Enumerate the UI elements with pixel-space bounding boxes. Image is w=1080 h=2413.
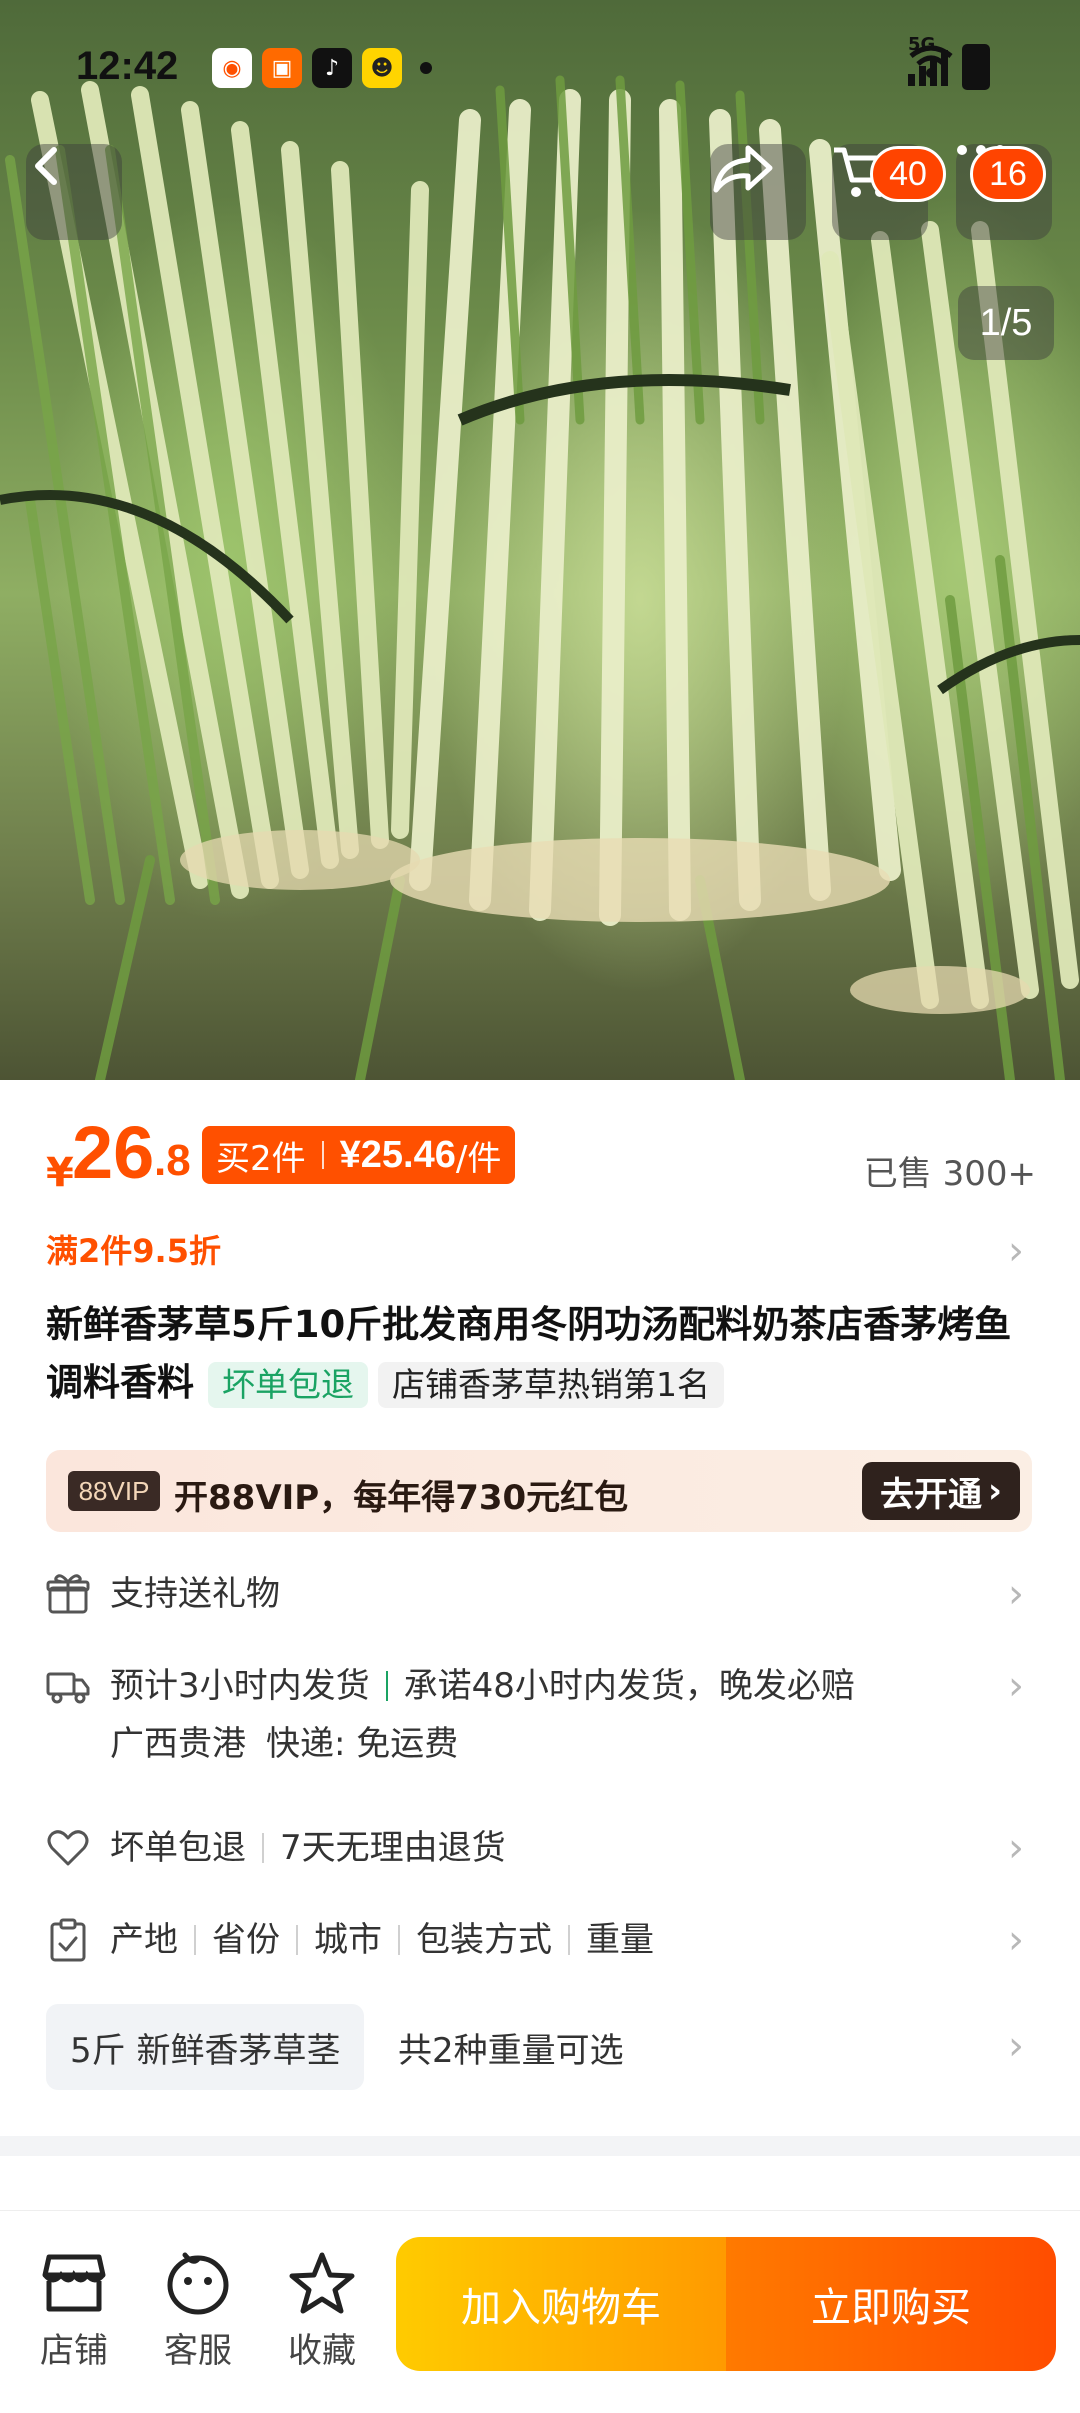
promo-price: ¥25.46 xyxy=(339,1133,456,1176)
guarantee-text: 坏单包退 7天无理由退货 xyxy=(110,1826,506,1870)
spec-row-chevron[interactable]: › xyxy=(46,2023,1036,2069)
chevron-left-icon xyxy=(35,147,57,185)
gift-row[interactable]: 支持送礼物 › xyxy=(46,1571,1036,1617)
shipping-express: 快递: 免运费 xyxy=(266,1724,459,1764)
system-icons: 5G xyxy=(908,34,990,90)
customer-service-button[interactable]: 客服 xyxy=(148,2251,248,2372)
guarantee-row[interactable]: 坏单包退 7天无理由退货 › xyxy=(46,1825,1036,1871)
price-decimal: .8 xyxy=(154,1136,191,1185)
more-notifications-dot-icon xyxy=(420,62,432,74)
vip-banner[interactable]: 88VIP 开88VIP，每年得730元红包 去开通 › xyxy=(46,1450,1032,1532)
param-separator xyxy=(194,1925,196,1955)
status-time: 12:42 xyxy=(76,44,179,88)
vip-open-label: 去开通 xyxy=(879,1474,982,1515)
shop-notification-icon: ▣ xyxy=(262,48,302,88)
guarantee-bad-item: 坏单包退 xyxy=(110,1828,246,1868)
clipboard-icon xyxy=(50,1918,86,1962)
add-to-cart-button[interactable]: 加入购物车 xyxy=(396,2237,726,2371)
share-icon xyxy=(713,145,773,193)
chevron-right-icon: › xyxy=(1008,1228,1024,1274)
taobao-notification-icon: ◉ xyxy=(212,48,252,88)
bad-item-refund-tag: 坏单包退 xyxy=(208,1361,368,1408)
chevron-right-icon: › xyxy=(1008,1917,1024,1963)
chevron-right-icon: › xyxy=(987,1471,1002,1511)
product-image[interactable]: 12:42 ◉ ▣ ♪ ☻ 5G 40 16 1/5 xyxy=(0,0,1080,1080)
heart-icon xyxy=(47,1830,89,1866)
game-notification-icon: ☻ xyxy=(362,48,402,88)
multi-buy-promo-tag: 买2件 ¥25.46 /件 xyxy=(202,1126,516,1184)
network-type: 5G xyxy=(908,34,936,55)
price-currency: ¥ xyxy=(46,1150,74,1196)
bottom-action-bar: 店铺 客服 收藏 加入购物车 立即购买 xyxy=(0,2210,1080,2413)
vip-logo: 88VIP xyxy=(68,1471,160,1511)
params-row[interactable]: 产地 省份 城市 包装方式 重量 › xyxy=(46,1917,1036,1963)
param-separator xyxy=(398,1925,400,1955)
chevron-right-icon: › xyxy=(1008,1825,1024,1871)
discount-text: 满2件9.5折 xyxy=(46,1232,221,1270)
gift-text: 支持送礼物 xyxy=(110,1574,280,1614)
image-page-indicator: 1/5 xyxy=(958,286,1054,360)
promo-label: 买2件 xyxy=(216,1138,306,1179)
price-integer: 26 xyxy=(72,1111,155,1194)
customer-service-label: 客服 xyxy=(164,2331,232,2371)
battery-icon xyxy=(962,44,990,90)
gift-icon xyxy=(46,1574,90,1614)
promo-separator xyxy=(321,1141,324,1169)
shop-nav-button[interactable]: 店铺 xyxy=(24,2251,124,2372)
delivery-truck-icon xyxy=(46,1672,90,1704)
star-icon xyxy=(289,2252,355,2314)
shop-ranking-tag[interactable]: 店铺香茅草热销第1名 xyxy=(378,1361,724,1408)
param-origin: 产地 xyxy=(110,1920,178,1960)
promo-unit: /件 xyxy=(455,1138,502,1179)
shipping-separator xyxy=(385,1671,388,1701)
buy-now-button[interactable]: 立即购买 xyxy=(726,2237,1056,2371)
product-title-block: 新鲜香茅草5斤10斤批发商用冬阴功汤配料奶茶店香茅烤鱼调料香料 坏单包退 店铺香茅草… xyxy=(46,1296,1036,1412)
shipping-row[interactable]: 预计3小时内发货 承诺48小时内发货，晚发必赔 广西贵港 快递: 免运费 › xyxy=(46,1663,1036,1766)
shop-icon xyxy=(42,2254,106,2312)
message-count-badge: 16 xyxy=(970,146,1046,202)
shipping-estimate: 预计3小时内发货 xyxy=(110,1666,370,1706)
cart-count-badge: 40 xyxy=(870,146,946,202)
cellular-signal-icon: 5G xyxy=(908,34,948,86)
vip-text: 开88VIP，每年得730元红包 xyxy=(174,1478,629,1518)
customer-service-icon xyxy=(167,2252,229,2315)
param-packaging: 包装方式 xyxy=(416,1920,552,1960)
param-province: 省份 xyxy=(212,1920,280,1960)
param-city: 城市 xyxy=(314,1920,382,1960)
back-button[interactable] xyxy=(26,144,122,240)
guarantee-separator xyxy=(262,1833,264,1863)
chevron-right-icon: › xyxy=(1008,2023,1024,2069)
shipping-promise-text: 预计3小时内发货 承诺48小时内发货，晚发必赔 xyxy=(110,1664,855,1708)
guarantee-return: 7天无理由退货 xyxy=(280,1828,506,1868)
status-bar: 12:42 ◉ ▣ ♪ ☻ 5G xyxy=(0,0,1080,130)
shipping-origin: 广西贵港 xyxy=(110,1724,246,1764)
price-row: ¥ 26 .8 买2件 ¥25.46 /件 已售 300+ xyxy=(46,1110,1036,1200)
vip-open-button[interactable]: 去开通 › xyxy=(861,1462,1020,1520)
param-separator xyxy=(568,1925,570,1955)
sold-count: 已售 300+ xyxy=(863,1154,1036,1194)
status-app-icons: ◉ ▣ ♪ ☻ xyxy=(212,48,432,88)
discount-row[interactable]: 满2件9.5折 › xyxy=(46,1226,1036,1276)
param-weight: 重量 xyxy=(586,1920,654,1960)
param-separator xyxy=(296,1925,298,1955)
tiktok-notification-icon: ♪ xyxy=(312,48,352,88)
shipping-origin-line: 广西贵港 快递: 免运费 xyxy=(110,1722,458,1766)
chevron-right-icon: › xyxy=(1008,1663,1024,1709)
favorite-label: 收藏 xyxy=(288,2331,356,2371)
section-divider xyxy=(0,2136,1080,2156)
shop-label: 店铺 xyxy=(40,2331,108,2371)
params-list: 产地 省份 城市 包装方式 重量 xyxy=(110,1918,654,1962)
chevron-right-icon: › xyxy=(1008,1571,1024,1617)
favorite-button[interactable]: 收藏 xyxy=(272,2251,372,2372)
share-button[interactable] xyxy=(710,144,806,240)
shipping-guarantee: 承诺48小时内发货，晚发必赔 xyxy=(403,1666,855,1706)
